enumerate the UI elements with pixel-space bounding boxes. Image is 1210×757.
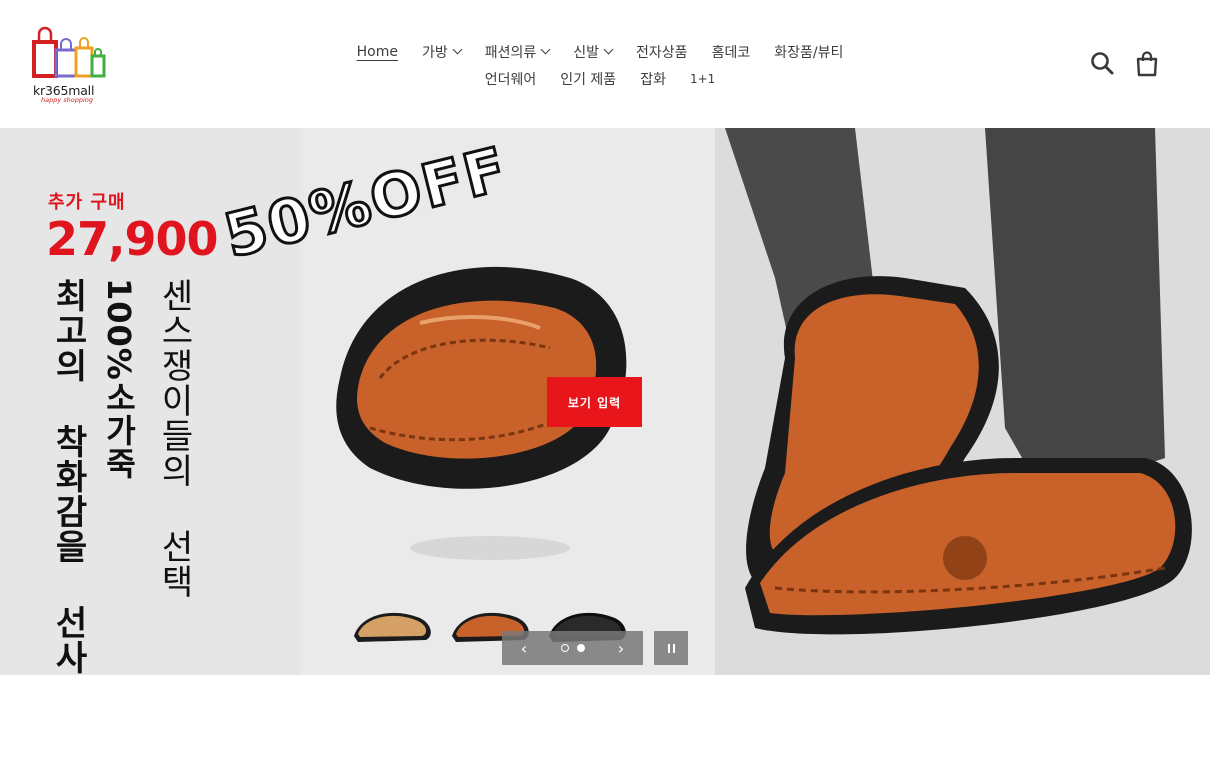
- nav-item-popular[interactable]: 인기 제품: [560, 69, 616, 89]
- slideshow-controls: ‹ ›: [502, 631, 643, 665]
- site-header: kr365mall happy shopping Home 가방 패션의류 신발…: [0, 0, 1210, 128]
- nav-item-homedeco[interactable]: 홈데코: [712, 42, 751, 62]
- view-button[interactable]: 보기 입력: [547, 377, 642, 427]
- slide-dot-1[interactable]: [560, 644, 569, 652]
- prev-slide-arrow[interactable]: ‹: [516, 639, 532, 658]
- shoe-model-image: [725, 128, 1192, 635]
- nav-label: 신발: [573, 44, 600, 61]
- nav-label: 인기 제품: [560, 71, 617, 88]
- nav-label: 잡화: [640, 71, 666, 88]
- main-nav: Home 가방 패션의류 신발 전자상품 홈데코 화장품/뷰티 언더웨어 인기 …: [280, 38, 920, 92]
- shopping-bags-icon: [32, 26, 106, 78]
- logo-tagline: happy shopping: [41, 96, 94, 104]
- chevron-down-icon: [603, 44, 614, 55]
- nav-item-electronics[interactable]: 전자상품: [636, 42, 688, 62]
- hero-vertical-text-2: 100%소가죽: [100, 278, 138, 480]
- nav-item-misc[interactable]: 잡화: [640, 69, 666, 89]
- nav-item-bags[interactable]: 가방: [421, 42, 463, 62]
- hero-vertical-text-1: 최고의 착화감을 선사: [48, 278, 88, 675]
- nav-item-fashion[interactable]: 패션의류: [484, 42, 551, 62]
- promo-price: 27,900: [46, 212, 219, 266]
- chevron-down-icon: [540, 44, 551, 55]
- nav-label: 1+1: [689, 71, 716, 86]
- nav-label: 화장품/뷰티: [774, 44, 844, 61]
- hero-vertical-text-3: 센스쟁이들의 선택: [154, 278, 194, 599]
- nav-label: 언더웨어: [484, 71, 537, 88]
- next-slide-arrow[interactable]: ›: [613, 639, 629, 658]
- nav-label: 패션의류: [484, 44, 537, 61]
- nav-label: Home: [356, 43, 398, 60]
- nav-row-2: 언더웨어 인기 제품 잡화 1+1: [280, 65, 920, 92]
- hero-slideshow: 추가 구매 27,900 최고의 착화감을 선사 100%소가죽 센스쟁이들의 …: [0, 128, 1210, 675]
- nav-item-home[interactable]: Home: [357, 44, 398, 60]
- nav-row-1: Home 가방 패션의류 신발 전자상품 홈데코 화장품/뷰티: [280, 38, 920, 65]
- nav-label: 홈데코: [711, 44, 751, 61]
- nav-item-one-plus-one[interactable]: 1+1: [690, 72, 715, 86]
- nav-item-beauty[interactable]: 화장품/뷰티: [774, 42, 843, 62]
- cart-icon[interactable]: [1133, 50, 1161, 78]
- slide-dot-2[interactable]: [576, 644, 585, 652]
- nav-item-shoes[interactable]: 신발: [573, 42, 614, 62]
- nav-label: 전자상품: [636, 44, 688, 61]
- hero-right-panel: [715, 128, 1210, 675]
- nav-item-underwear[interactable]: 언더웨어: [485, 69, 537, 89]
- promo-small-text: 추가 구매: [48, 192, 126, 213]
- pause-bar-icon: [667, 643, 670, 653]
- nav-label: 가방: [421, 44, 448, 61]
- chevron-down-icon: [452, 44, 463, 55]
- pause-slideshow-button[interactable]: [654, 631, 688, 665]
- slide-dots: [560, 644, 585, 652]
- store-logo[interactable]: kr365mall happy shopping: [30, 26, 110, 106]
- search-icon[interactable]: [1089, 50, 1117, 78]
- shoe-thumbnail-tan[interactable]: [350, 596, 436, 646]
- pause-bar-icon: [672, 643, 675, 653]
